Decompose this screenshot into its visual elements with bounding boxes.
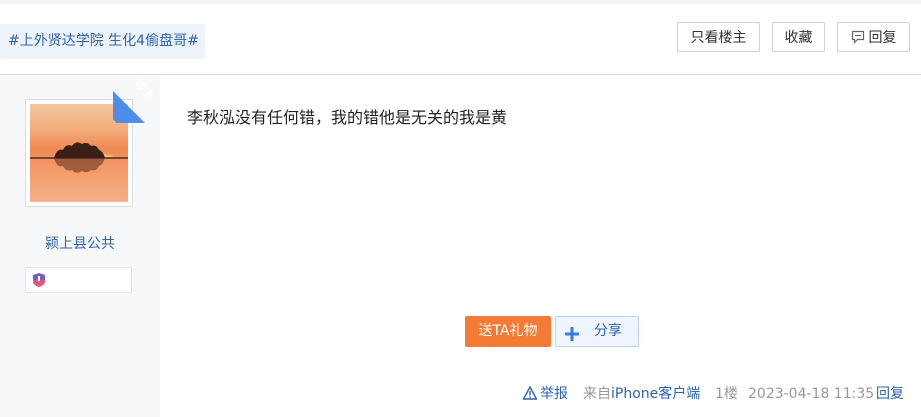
username-link[interactable]: 颍上县公共 (0, 233, 160, 253)
post-timestamp: 2023-04-18 11:35 (748, 386, 875, 402)
source-prefix: 来自 (583, 386, 611, 402)
comment-icon (851, 25, 865, 55)
report-link[interactable]: 举报 (522, 384, 568, 404)
reply-button-label: 回复 (868, 30, 897, 46)
source-client-link[interactable]: iPhone客户端 (611, 386, 700, 402)
author-sidebar: 颍上县公共 (0, 75, 160, 417)
floor-number: 1楼 (715, 386, 738, 402)
only-op-button[interactable]: 只看楼主 (677, 22, 760, 52)
post-content: 李秋泓没有任何错，我的错他是无关的我是黄 (187, 108, 508, 127)
send-gift-button[interactable]: 送TA礼物 (465, 316, 551, 347)
badge-box (25, 267, 132, 293)
report-label: 举报 (540, 386, 568, 402)
reply-button[interactable]: 回复 (837, 22, 910, 52)
topic-tag[interactable]: #上外贤达学院 生化4偷盘哥# (0, 24, 205, 59)
post-source: 来自iPhone客户端 (583, 384, 700, 404)
footer-reply-link[interactable]: 回复 (876, 384, 904, 404)
favorite-button[interactable]: 收藏 (772, 22, 825, 52)
share-button[interactable]: 分享 (555, 316, 639, 347)
op-badge-label: 楼主 (132, 76, 158, 102)
warning-icon (522, 385, 538, 400)
share-button-label: 分享 (594, 323, 622, 339)
op-corner-badge: 楼主 (113, 75, 161, 123)
plus-icon (564, 324, 580, 353)
thread-header: #上外贤达学院 生化4偷盘哥# 只看楼主 收藏 回复 (0, 4, 921, 75)
level-badge-icon[interactable] (31, 272, 47, 292)
